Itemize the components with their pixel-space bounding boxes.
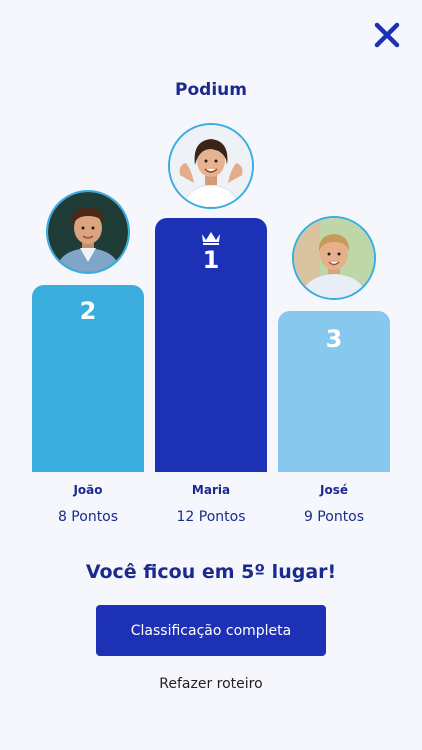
close-button[interactable] xyxy=(372,20,402,50)
rank-number: 3 xyxy=(325,325,343,353)
full-ranking-button[interactable]: Classificação completa xyxy=(96,605,326,656)
avatar-boy-blonde-icon xyxy=(294,218,374,298)
avatar-third-place xyxy=(292,216,376,300)
rank-number: 2 xyxy=(79,297,97,325)
avatar-second-place xyxy=(46,190,130,274)
close-icon xyxy=(374,22,400,48)
player-name: Maria xyxy=(191,483,231,497)
redo-route-button[interactable]: Refazer roteiro xyxy=(0,676,422,692)
avatar-boy-curly-hair-icon xyxy=(48,192,128,272)
page-title: Podium xyxy=(175,80,247,100)
avatar-first-place xyxy=(168,123,254,209)
podium-bar-second: 2 xyxy=(32,285,144,472)
player-points: 8 Pontos xyxy=(57,509,119,525)
player-name: João xyxy=(73,483,103,497)
player-points: 12 Pontos xyxy=(176,509,246,525)
player-name: José xyxy=(320,483,348,497)
placement-message: Você ficou em 5º lugar! xyxy=(85,561,337,583)
rank-number: 1 xyxy=(202,246,220,274)
podium-bar-first: 1 xyxy=(155,218,267,472)
avatar-girl-smiling-icon xyxy=(170,125,252,207)
crown-icon xyxy=(202,232,220,245)
player-points: 9 Pontos xyxy=(303,509,365,525)
podium-bar-third: 3 xyxy=(278,311,390,472)
